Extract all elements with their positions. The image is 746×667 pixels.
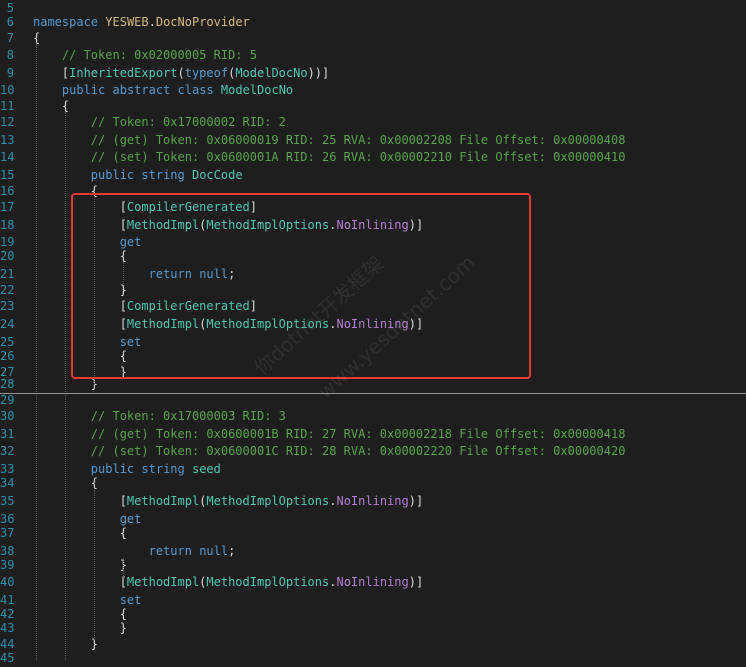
indent-guide bbox=[94, 490, 95, 640]
line-number: 12 bbox=[0, 115, 15, 129]
code-line: 34 { bbox=[0, 475, 746, 492]
line-number: 43 bbox=[0, 621, 15, 635]
line-number: 20 bbox=[0, 249, 15, 263]
code-line: 8 // Token: 0x02000005 RID: 5 bbox=[0, 47, 746, 64]
indent-guide bbox=[65, 112, 66, 660]
line-number: 34 bbox=[0, 476, 15, 490]
code-text[interactable]: } bbox=[33, 620, 127, 637]
code-text[interactable]: // (get) Token: 0x06000019 RID: 25 RVA: … bbox=[33, 132, 626, 149]
code-line: 43 } bbox=[0, 620, 746, 637]
line-number: 35 bbox=[0, 494, 15, 508]
code-line: 9 [InheritedExport(typeof(ModelDocNo))] bbox=[0, 65, 746, 82]
line-number: 23 bbox=[0, 299, 15, 313]
line-number: 10 bbox=[0, 83, 15, 97]
code-line: 45 bbox=[0, 650, 746, 667]
code-text[interactable]: { bbox=[33, 525, 127, 542]
line-number: 31 bbox=[0, 427, 15, 441]
code-text[interactable]: { bbox=[33, 98, 69, 115]
code-text[interactable]: // (get) Token: 0x0600001B RID: 27 RVA: … bbox=[33, 426, 626, 443]
code-line: 10 public abstract class ModelDocNo bbox=[0, 82, 746, 99]
line-number: 15 bbox=[0, 168, 15, 182]
line-number: 6 bbox=[6, 15, 14, 29]
line-number: 16 bbox=[0, 184, 15, 198]
code-line: 35 [MethodImpl(MethodImplOptions.NoInlin… bbox=[0, 493, 746, 510]
code-editor[interactable]: 5 6 namespace YESWEB.DocNoProvider 7{8 // T… bbox=[0, 0, 746, 665]
line-number: 26 bbox=[0, 349, 15, 363]
code-line: 29 bbox=[0, 392, 746, 409]
line-number: 40 bbox=[0, 575, 15, 589]
code-line: 40 [MethodImpl(MethodImplOptions.NoInlin… bbox=[0, 574, 746, 591]
code-text[interactable]: [MethodImpl(MethodImplOptions.NoInlining… bbox=[33, 493, 423, 510]
code-text[interactable]: // Token: 0x02000005 RID: 5 bbox=[33, 47, 257, 64]
code-line: 14 // (set) Token: 0x0600001A RID: 26 RV… bbox=[0, 149, 746, 166]
line-number: 9 bbox=[6, 66, 14, 80]
line-number: 30 bbox=[0, 409, 15, 423]
indent-guide bbox=[36, 44, 37, 660]
line-number: 7 bbox=[6, 31, 14, 45]
line-number: 14 bbox=[0, 150, 15, 164]
line-number: 32 bbox=[0, 444, 15, 458]
code-line: 31 // (get) Token: 0x0600001B RID: 27 RV… bbox=[0, 426, 746, 443]
line-number: 28 bbox=[0, 377, 15, 391]
code-text[interactable]: [InheritedExport(typeof(ModelDocNo))] bbox=[33, 65, 329, 82]
code-text[interactable]: namespace YESWEB.DocNoProvider bbox=[33, 14, 250, 31]
code-line: 32 // (set) Token: 0x0600001C RID: 28 RV… bbox=[0, 443, 746, 460]
line-number: 21 bbox=[0, 267, 15, 281]
code-line: 11 { bbox=[0, 98, 746, 115]
code-line: 7{ bbox=[0, 30, 746, 47]
line-number: 37 bbox=[0, 526, 15, 540]
line-number: 11 bbox=[0, 99, 15, 113]
line-number: 18 bbox=[0, 218, 15, 232]
code-line: 6 namespace YESWEB.DocNoProvider bbox=[0, 14, 746, 31]
code-text[interactable]: } bbox=[33, 557, 127, 574]
code-text[interactable]: // (set) Token: 0x0600001A RID: 26 RVA: … bbox=[33, 149, 626, 166]
indent-guide bbox=[123, 558, 124, 578]
code-line: 39 } bbox=[0, 557, 746, 574]
line-number: 17 bbox=[0, 200, 15, 214]
code-line: 30 // Token: 0x17000003 RID: 3 bbox=[0, 408, 746, 425]
code-line: 15 public string DocCode bbox=[0, 167, 746, 184]
line-number: 22 bbox=[0, 283, 15, 297]
code-text[interactable]: // Token: 0x17000002 RID: 2 bbox=[33, 114, 286, 131]
section-separator bbox=[0, 393, 746, 394]
highlight-box bbox=[71, 193, 531, 379]
line-number: 45 bbox=[0, 651, 15, 665]
line-number: 8 bbox=[6, 48, 14, 62]
line-number: 39 bbox=[0, 558, 15, 572]
code-line: 37 { bbox=[0, 525, 746, 542]
code-text[interactable]: public abstract class ModelDocNo bbox=[33, 82, 293, 99]
line-number: 24 bbox=[0, 317, 15, 331]
code-text[interactable]: // (set) Token: 0x0600001C RID: 28 RVA: … bbox=[33, 443, 626, 460]
line-number: 13 bbox=[0, 133, 15, 147]
code-line: 12 // Token: 0x17000002 RID: 2 bbox=[0, 114, 746, 131]
line-number: 29 bbox=[0, 393, 15, 407]
code-text[interactable]: // Token: 0x17000003 RID: 3 bbox=[33, 408, 286, 425]
code-line: 13 // (get) Token: 0x06000019 RID: 25 RV… bbox=[0, 132, 746, 149]
code-text[interactable]: [MethodImpl(MethodImplOptions.NoInlining… bbox=[33, 574, 423, 591]
